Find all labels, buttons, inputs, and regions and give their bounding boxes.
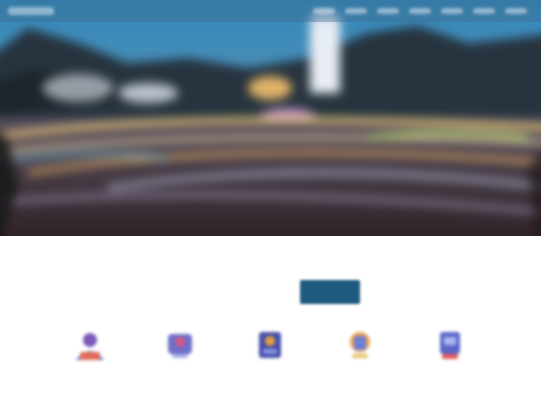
nav-item[interactable] [345,8,367,14]
tab-2[interactable] [300,280,360,304]
services-section [0,236,541,400]
service-item[interactable] [235,328,305,368]
nav-menu [313,8,527,14]
service-2-icon [168,334,192,358]
nav-item[interactable] [409,8,431,14]
nav-item[interactable] [313,8,335,14]
service-4-icon [350,332,370,358]
nav-item[interactable] [505,8,527,14]
hero-banner [0,0,541,236]
service-5-icon [440,332,460,359]
service-item[interactable] [145,328,215,368]
category-tabs [236,280,488,304]
service-3-icon [259,332,281,358]
nav-item[interactable] [377,8,399,14]
hero-image [0,0,541,236]
site-logo[interactable] [8,7,54,15]
tab-3[interactable] [364,280,424,304]
nav-item[interactable] [441,8,463,14]
section-header [0,280,541,306]
tab-4[interactable] [428,280,488,304]
service-1-icon [76,333,104,360]
service-icons [0,328,541,388]
nav-item[interactable] [473,8,495,14]
page [0,0,541,400]
tab-1[interactable] [236,280,296,304]
service-item[interactable] [415,328,485,368]
service-item[interactable] [55,328,125,368]
service-item[interactable] [325,328,395,368]
top-nav-bar [0,0,541,22]
